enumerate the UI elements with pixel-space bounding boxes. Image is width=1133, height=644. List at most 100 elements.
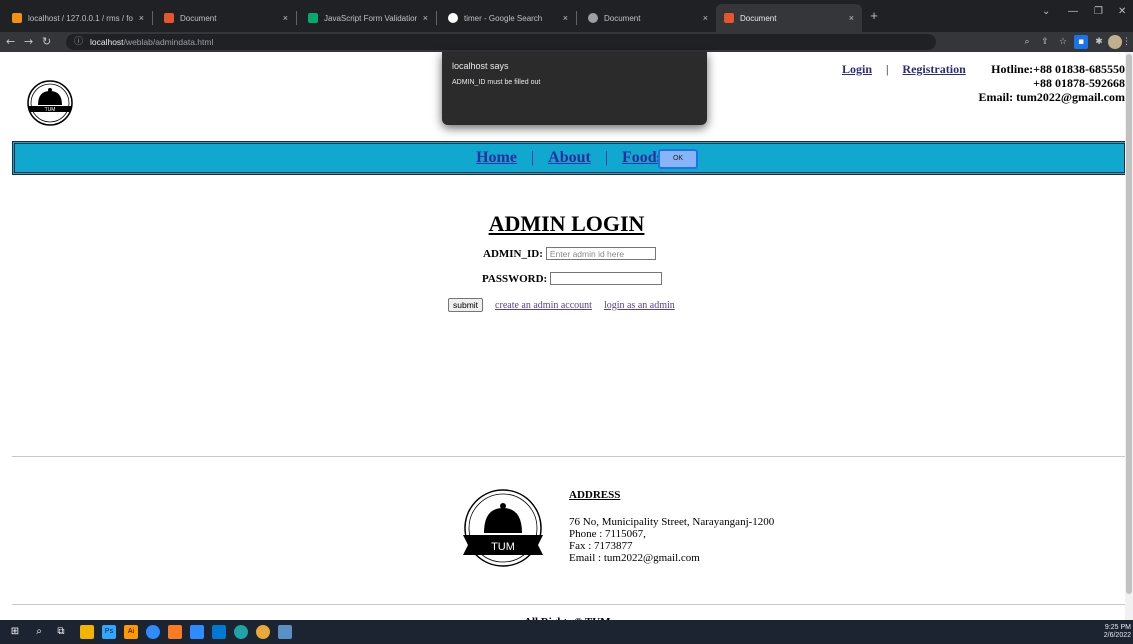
hotline-line-2: +88 01878-592668 — [1033, 76, 1125, 90]
illustrator-icon[interactable]: Ai — [124, 625, 138, 639]
address-line: 76 No, Municipality Street, Narayanganj-… — [569, 516, 775, 528]
globe-icon — [588, 13, 598, 23]
profile-avatar-icon[interactable] — [1108, 35, 1122, 49]
login-link[interactable]: Login — [842, 62, 872, 76]
tab-document-2[interactable]: Document × — [580, 4, 716, 32]
phpmyadmin-icon — [12, 13, 22, 23]
windows-taskbar: ⊞ ⌕ ⧉ Ps Ai 9:25 PM 2/6/2022 — [0, 620, 1133, 644]
svg-text:TUM: TUM — [491, 541, 515, 553]
tab-search-icon[interactable]: ⌄ — [1042, 6, 1050, 17]
w3schools-icon — [308, 13, 318, 23]
nav-home[interactable]: Home — [476, 149, 517, 167]
scrollbar-thumb[interactable] — [1126, 54, 1132, 594]
address-heading: ADDRESS — [569, 489, 621, 501]
edge-icon[interactable] — [234, 625, 248, 639]
submit-button[interactable]: submit — [448, 298, 484, 312]
footer-email: Email : tum2022@gmail.com — [569, 552, 700, 564]
extension-icon[interactable]: ▪ — [1074, 35, 1088, 49]
document-icon — [724, 13, 734, 23]
minimize-icon[interactable]: — — [1068, 6, 1078, 17]
main-nav: Home | About | Foods — [12, 141, 1127, 175]
tab-separator — [296, 11, 297, 25]
restore-icon[interactable]: ❐ — [1094, 6, 1103, 17]
task-view-icon[interactable]: ⧉ — [54, 625, 68, 639]
tab-document-active[interactable]: Document × — [716, 4, 862, 32]
extensions-puzzle-icon[interactable]: ✱ — [1092, 35, 1106, 49]
document-icon — [164, 13, 174, 23]
video-app-icon[interactable] — [190, 625, 204, 639]
tab-document-1[interactable]: Document × — [156, 4, 296, 32]
clock-date: 2/6/2022 — [1103, 632, 1131, 639]
back-icon[interactable]: ← — [6, 34, 15, 50]
link-separator: | — [886, 62, 889, 76]
chrome-icon[interactable] — [256, 625, 270, 639]
alert-title: localhost says — [452, 61, 509, 71]
share-icon[interactable]: ⇪ — [1038, 35, 1052, 49]
ok-button[interactable]: OK — [658, 149, 698, 169]
bookmark-star-icon[interactable]: ☆ — [1056, 35, 1070, 49]
vscode-icon[interactable] — [212, 625, 226, 639]
address-bar: ← → ↻ ⓘ localhost/weblab/admindata.html … — [0, 32, 1133, 52]
admin-id-row: ADMIN_ID: — [483, 247, 656, 260]
phone-line: Phone : 7115067, — [569, 528, 646, 540]
close-window-icon[interactable]: ✕ — [1118, 6, 1126, 17]
nav-foods[interactable]: Foods — [622, 149, 663, 167]
menu-kebab-icon[interactable]: ⋮ — [1122, 35, 1131, 49]
header-email: Email: tum2022@gmail.com — [978, 90, 1125, 104]
password-row: PASSWORD: — [482, 272, 663, 285]
close-icon[interactable]: × — [563, 13, 568, 23]
xampp-icon[interactable] — [168, 625, 182, 639]
new-tab-button[interactable]: + — [866, 7, 882, 25]
close-icon[interactable]: × — [423, 13, 428, 23]
zoom-icon[interactable]: ⌕ — [1020, 35, 1034, 49]
browser-tab-bar: localhost / 127.0.0.1 / rms / food × Doc… — [0, 0, 1133, 32]
photoshop-icon[interactable]: Ps — [102, 625, 116, 639]
pinned-app-icon[interactable] — [278, 625, 292, 639]
hotline-line: Hotline:+88 01838-685550 — [991, 62, 1125, 76]
create-admin-account-link[interactable]: create an admin account — [495, 300, 592, 311]
windows-start-icon[interactable]: ⊞ — [8, 625, 22, 639]
admin-id-input[interactable] — [545, 247, 656, 260]
auth-links: Login | Registration — [842, 62, 966, 77]
google-icon — [448, 13, 458, 23]
fax-line: Fax : 7173877 — [569, 540, 633, 552]
reload-icon[interactable]: ↻ — [42, 34, 51, 50]
nav-separator: | — [604, 149, 609, 166]
nav-about[interactable]: About — [548, 149, 591, 167]
tum-logo-icon: TUM — [27, 80, 73, 126]
registration-link[interactable]: Registration — [902, 62, 965, 76]
close-icon[interactable]: × — [849, 13, 854, 23]
clock-time: 9:25 PM — [1104, 624, 1131, 631]
nav-separator: | — [530, 149, 535, 166]
forward-icon[interactable]: → — [24, 34, 33, 50]
close-icon[interactable]: × — [703, 13, 708, 23]
login-as-admin-link[interactable]: login as an admin — [604, 300, 675, 311]
tab-separator — [152, 11, 153, 25]
app-grid-icon[interactable] — [80, 625, 94, 639]
close-icon[interactable]: × — [139, 13, 144, 23]
admin-id-label: ADMIN_ID: — [483, 247, 543, 260]
alert-dialog: localhost says ADMIN_ID must be filled o… — [442, 52, 707, 169]
divider — [12, 604, 1127, 605]
password-label: PASSWORD: — [482, 272, 548, 285]
contact-info: Hotline:+88 01838-685550 +88 01878-59266… — [979, 62, 1125, 104]
page-title: ADMIN LOGIN — [488, 211, 645, 236]
system-clock[interactable]: 9:25 PM 2/6/2022 — [1104, 624, 1131, 640]
site-info-icon[interactable]: ⓘ — [74, 34, 83, 50]
tab-separator — [436, 11, 437, 25]
svg-text:TUM: TUM — [45, 107, 56, 113]
footer-logo-icon: TUM — [463, 489, 543, 567]
search-icon[interactable]: ⌕ — [32, 625, 46, 639]
zoom-app-icon[interactable] — [146, 625, 160, 639]
address-block: ADDRESS 76 No, Municipality Street, Nara… — [569, 489, 774, 564]
password-input[interactable] — [550, 272, 663, 285]
close-icon[interactable]: × — [283, 13, 288, 23]
alert-message: ADMIN_ID must be filled out — [452, 79, 541, 86]
url-text: localhost/weblab/admindata.html — [90, 37, 214, 47]
url-input[interactable]: ⓘ localhost/weblab/admindata.html — [66, 34, 936, 50]
divider — [12, 456, 1127, 457]
tab-phpmyadmin[interactable]: localhost / 127.0.0.1 / rms / food × — [4, 4, 152, 32]
tab-js-form-validation[interactable]: JavaScript Form Validation × — [300, 4, 436, 32]
tab-timer-search[interactable]: timer - Google Search × — [440, 4, 576, 32]
form-actions: submit create an admin account login as … — [448, 298, 675, 312]
